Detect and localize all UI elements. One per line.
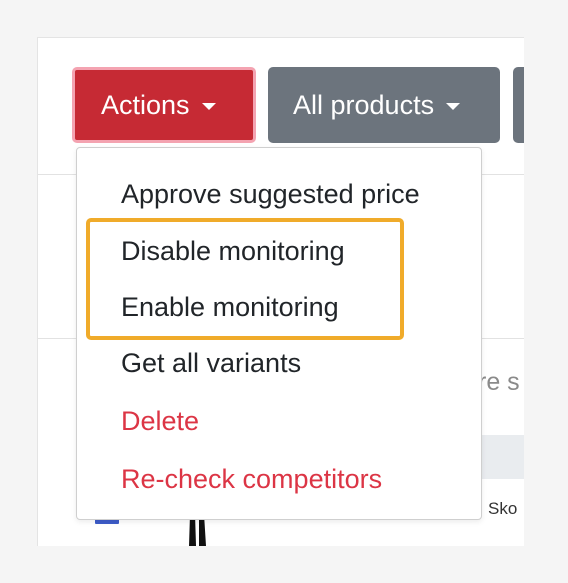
highlight-annotation-box [86,218,404,340]
menu-item-re-check-competitors[interactable]: Re-check competitors [121,463,382,495]
menu-item-get-all-variants[interactable]: Get all variants [121,347,301,379]
actions-button-label: Actions [101,89,190,120]
all-products-dropdown-button[interactable]: All products [268,67,500,143]
caret-down-icon [446,103,461,110]
menu-item-delete[interactable]: Delete [121,405,199,437]
menu-item-approve-suggested-price[interactable]: Approve suggested price [121,178,420,210]
table-header [478,435,524,479]
all-products-button-label: All products [293,89,435,120]
table-cell-text: Sko [488,499,518,518]
partial-info-text: re s [478,368,520,396]
actions-dropdown-button[interactable]: Actions [72,67,256,143]
caret-down-icon [201,103,216,110]
toolbar-button-partial[interactable] [513,67,524,143]
